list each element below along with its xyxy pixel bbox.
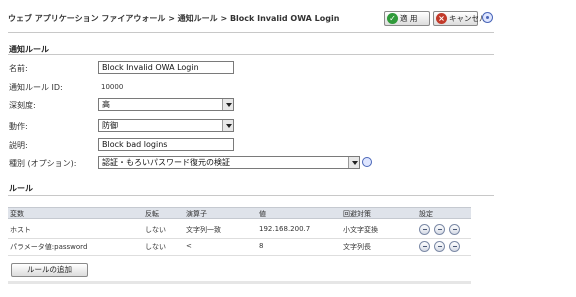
check-icon: ✓: [387, 13, 398, 24]
column-header-settings: 設定: [419, 210, 433, 218]
row-divider: [8, 255, 471, 256]
delete-icon[interactable]: [434, 241, 445, 252]
severity-select[interactable]: 高: [98, 98, 234, 111]
rule-id-label: 通知ルール ID:: [9, 83, 63, 92]
help-icon[interactable]: [482, 12, 493, 23]
table-cell: 8: [259, 242, 264, 250]
cancel-button-label: キャンセル: [449, 14, 487, 23]
table-cell: しない: [145, 243, 166, 251]
column-header-operator: 演算子: [186, 210, 207, 218]
header-divider: [8, 32, 494, 33]
chevron-down-icon: [222, 120, 233, 131]
rule-section-divider: [8, 54, 494, 55]
severity-label: 深刻度:: [9, 101, 36, 110]
copy-icon[interactable]: [449, 224, 460, 235]
table-cell: 文字列長: [343, 243, 371, 251]
rules-section-divider: [8, 195, 494, 196]
category-select[interactable]: 認証・もろいパスワード復元の検証: [98, 156, 360, 169]
category-value: 認証・もろいパスワード復元の検証: [102, 158, 230, 167]
chevron-down-icon: [348, 157, 359, 168]
x-icon: ×: [436, 13, 447, 24]
action-select[interactable]: 防御: [98, 119, 234, 132]
category-label: 種別 (オプション):: [9, 159, 77, 168]
column-header-evasion: 回避対策: [343, 210, 371, 218]
cancel-button[interactable]: × キャンセル: [433, 11, 487, 26]
description-field[interactable]: Block bad logins: [98, 138, 234, 151]
table-cell: 文字列一致: [186, 226, 221, 234]
apply-button-label: 適 用: [400, 14, 418, 23]
bottom-divider: [8, 281, 471, 284]
rule-id-value: 10000: [101, 83, 124, 91]
apply-button[interactable]: ✓ 適 用: [384, 11, 430, 26]
pencil-icon[interactable]: [419, 224, 430, 235]
action-value: 防御: [102, 121, 118, 130]
column-header-value: 値: [259, 210, 266, 218]
delete-icon[interactable]: [434, 224, 445, 235]
breadcrumb: ウェブ アプリケーション ファイアウォール > 通知ルール > Block In…: [8, 14, 340, 23]
rules-section-title: ルール: [9, 184, 33, 193]
name-label: 名前:: [9, 64, 28, 73]
row-divider: [8, 238, 471, 239]
rules-table-header: [8, 207, 471, 219]
add-rule-button[interactable]: ルールの追加: [11, 263, 88, 277]
help-icon[interactable]: [362, 157, 372, 167]
table-cell: しない: [145, 226, 166, 234]
table-cell: 小文字変換: [343, 226, 378, 234]
title-bar: ウェブ アプリケーション ファイアウォール > 通知ルール > Block In…: [0, 0, 576, 32]
copy-icon[interactable]: [449, 241, 460, 252]
table-cell: 192.168.200.7: [259, 225, 311, 233]
description-label: 説明:: [9, 141, 28, 150]
name-field[interactable]: Block Invalid OWA Login: [98, 61, 234, 74]
column-header-variable: 変数: [10, 210, 24, 218]
pencil-icon[interactable]: [419, 241, 430, 252]
severity-value: 高: [102, 100, 110, 109]
table-cell: パラメータ値:password: [10, 243, 88, 251]
action-label: 動作:: [9, 122, 28, 131]
column-header-invert: 反転: [145, 210, 159, 218]
table-cell: ホスト: [10, 226, 31, 234]
chevron-down-icon: [222, 99, 233, 110]
table-cell: <: [186, 242, 192, 250]
